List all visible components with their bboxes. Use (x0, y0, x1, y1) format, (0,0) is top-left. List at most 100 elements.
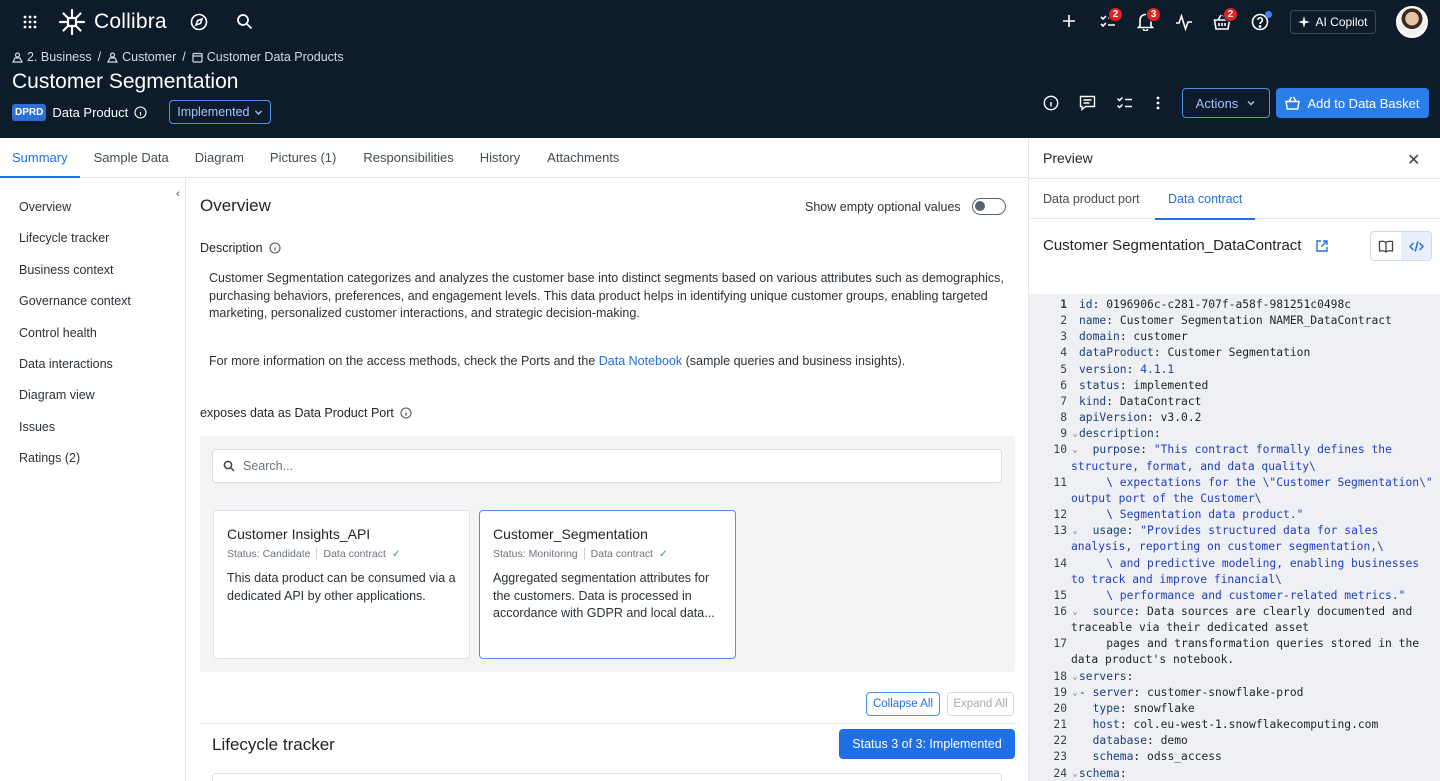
compass-icon[interactable] (190, 13, 208, 31)
fold-chevron-icon[interactable]: ⌄ (1067, 766, 1079, 781)
ports-search-input[interactable]: Search... (212, 449, 1002, 483)
search-icon[interactable] (236, 13, 253, 30)
preview-title: Preview (1043, 150, 1093, 166)
tab-data-product-port[interactable]: Data product port (1043, 179, 1140, 219)
code-text: schema: (1079, 766, 1127, 780)
fold-gutter (1067, 717, 1079, 733)
open-external-icon[interactable] (1315, 239, 1329, 253)
tab-diagram[interactable]: Diagram (183, 138, 256, 177)
line-number: 19 (1053, 685, 1067, 699)
code-line: 6 status: implemented (1029, 378, 1440, 394)
lifecycle-status-button[interactable]: Status 3 of 3: Implemented (839, 729, 1015, 759)
line-number (1029, 572, 1067, 588)
more-vertical-icon[interactable] (1155, 95, 1161, 111)
show-empty-toggle[interactable] (972, 198, 1006, 215)
app-grid-icon[interactable] (22, 14, 38, 30)
activity-icon[interactable] (1175, 13, 1193, 31)
code-line: 1 id: 0196906c-c281-707f-a58f-981251c0498… (1029, 297, 1440, 313)
actions-button[interactable]: Actions (1182, 88, 1270, 118)
asset-type-label: Data Product (52, 104, 129, 120)
line-number: 9 (1060, 427, 1067, 441)
code-text: traceable via their dedicated asset (1071, 621, 1310, 635)
code-line: structure, format, and data quality\ (1029, 459, 1440, 475)
tab-summary[interactable]: Summary (0, 138, 80, 178)
nav-item-data-interactions[interactable]: Data interactions (19, 357, 113, 371)
tab-attachments[interactable]: Attachments (535, 138, 631, 177)
line-number: 24 (1053, 766, 1067, 780)
line-number: 3 (1060, 330, 1067, 344)
fold-gutter (1067, 313, 1079, 329)
nav-item-overview[interactable]: Overview (19, 200, 71, 214)
chevron-down-icon (1247, 100, 1255, 106)
plus-icon[interactable] (1061, 13, 1077, 29)
ports-panel: Search... Customer Insights_API Status: … (200, 436, 1015, 672)
add-to-data-basket-button[interactable]: Add to Data Basket (1276, 88, 1429, 118)
nav-item-lifecycle-tracker[interactable]: Lifecycle tracker (19, 231, 109, 245)
meta-divider (583, 548, 585, 560)
nav-item-issues[interactable]: Issues (19, 420, 55, 434)
section-nav: Overview Lifecycle tracker Business cont… (0, 178, 186, 781)
info-icon[interactable] (268, 242, 281, 254)
code-line: to track and improve financial\ (1029, 572, 1440, 588)
close-icon[interactable]: ✕ (1407, 150, 1420, 170)
collibra-logo[interactable]: Collibra (58, 8, 167, 36)
tab-sample-data[interactable]: Sample Data (82, 138, 181, 177)
line-number: 14 (1053, 556, 1067, 570)
code-line: data product's notebook. (1029, 652, 1440, 668)
line-number: 18 (1053, 669, 1067, 683)
tab-data-contract[interactable]: Data contract (1154, 179, 1256, 220)
code-text: data product's notebook. (1071, 653, 1235, 667)
breadcrumb-item-customer[interactable]: Customer (107, 50, 176, 64)
code-line: 23 schema: odss_access (1029, 749, 1440, 765)
expand-all-button[interactable]: Expand All (947, 692, 1014, 716)
tab-pictures[interactable]: Pictures (1) (258, 138, 348, 177)
port-card[interactable]: Customer_Segmentation Status: Monitoring… (479, 510, 736, 659)
line-number: 20 (1053, 701, 1067, 715)
port-contract: Data contract (323, 548, 386, 560)
fold-chevron-icon[interactable]: ⌄ (1067, 669, 1079, 685)
breadcrumb-item-customer-data-products[interactable]: Customer Data Products (192, 50, 344, 64)
ai-copilot-button[interactable]: AI Copilot (1290, 10, 1376, 34)
fold-chevron-icon[interactable]: ⌄ (1067, 523, 1079, 539)
community-icon (12, 51, 23, 63)
fold-chevron-icon[interactable]: ⌄ (1067, 604, 1079, 620)
comment-icon[interactable] (1079, 95, 1096, 111)
collapse-all-button[interactable]: Collapse All (866, 692, 940, 716)
code-line: 18 ⌄ servers: (1029, 669, 1440, 685)
nav-item-control-health[interactable]: Control health (19, 326, 97, 340)
status-dropdown[interactable]: Implemented (169, 100, 272, 124)
user-avatar[interactable] (1396, 6, 1428, 38)
info-icon[interactable] (400, 407, 412, 419)
tab-history[interactable]: History (468, 138, 532, 177)
code-line: 8 apiVersion: v3.0.2 (1029, 410, 1440, 426)
nav-item-ratings[interactable]: Ratings (2) (19, 451, 80, 465)
port-card-meta: Status: Candidate Data contract ✓ (227, 548, 456, 560)
code-line: 5 version: 4.1.1 (1029, 362, 1440, 378)
line-number: 4 (1060, 346, 1067, 360)
code-text: analysis, reporting on customer segmenta… (1071, 540, 1384, 554)
nav-item-business-context[interactable]: Business context (19, 263, 114, 277)
collapse-nav-icon[interactable]: ‹ (176, 188, 180, 200)
fold-chevron-icon[interactable]: ⌄ (1067, 442, 1079, 458)
code-text: database: demo (1079, 734, 1188, 748)
code-line: 7 kind: DataContract (1029, 394, 1440, 410)
collibra-mark-icon (58, 8, 86, 36)
info-icon[interactable] (134, 105, 147, 119)
contract-code-view[interactable]: 1 id: 0196906c-c281-707f-a58f-981251c0498… (1029, 294, 1440, 781)
book-view-icon[interactable] (1371, 232, 1401, 260)
breadcrumb-item-business[interactable]: 2. Business (12, 50, 92, 64)
port-contract: Data contract (590, 548, 654, 560)
checklist-icon[interactable] (1116, 95, 1133, 111)
nav-item-governance-context[interactable]: Governance context (19, 294, 131, 308)
tab-responsibilities[interactable]: Responsibilities (351, 138, 465, 177)
data-notebook-link[interactable]: Data Notebook (599, 354, 682, 368)
breadcrumb-label: 2. Business (27, 50, 92, 64)
code-text: usage: "Provides structured data for sal… (1079, 524, 1379, 538)
code-line: 15 \ performance and customer-related me… (1029, 588, 1440, 604)
fold-chevron-icon[interactable]: ⌄ (1067, 685, 1079, 701)
info-icon[interactable] (1043, 95, 1059, 111)
nav-item-diagram-view[interactable]: Diagram view (19, 388, 95, 402)
fold-chevron-icon[interactable]: ⌄ (1067, 426, 1079, 442)
port-card[interactable]: Customer Insights_API Status: Candidate … (213, 510, 470, 659)
code-view-icon[interactable] (1401, 232, 1431, 260)
